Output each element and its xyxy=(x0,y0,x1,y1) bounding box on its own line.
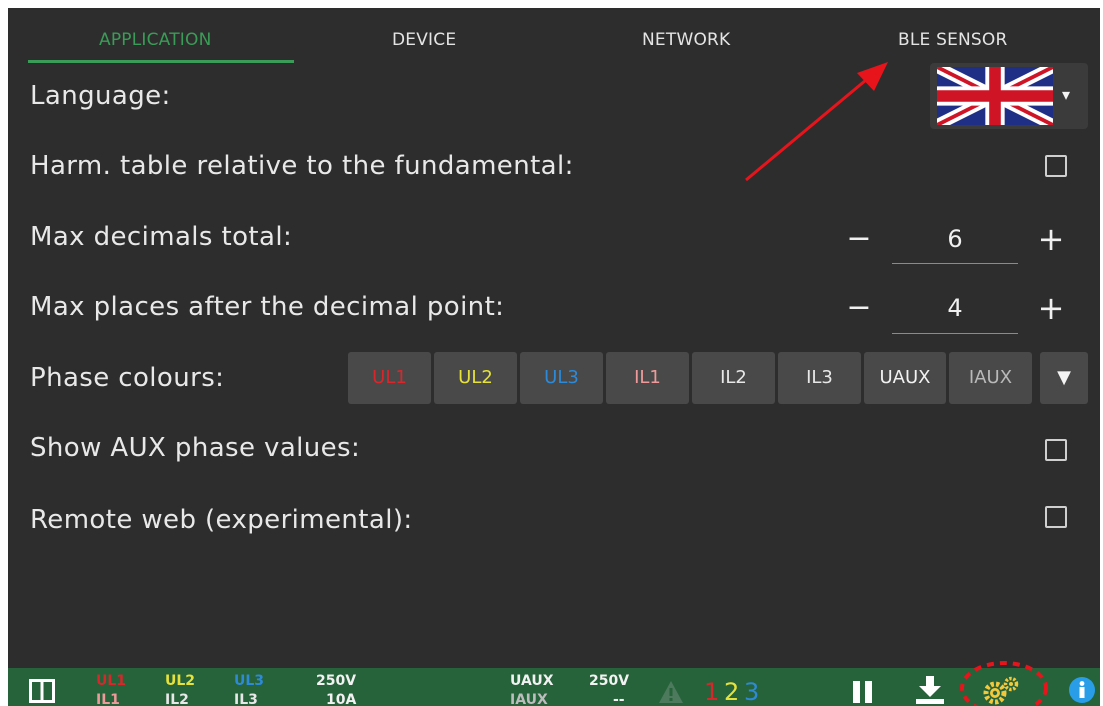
phase-colour-ul3-button[interactable]: UL3 xyxy=(520,352,603,404)
aux-current-range: -- xyxy=(613,692,625,706)
show-aux-checkbox[interactable] xyxy=(1045,439,1067,461)
max-decimals-value[interactable]: 6 xyxy=(892,225,1018,253)
max-places-decrement-button[interactable]: − xyxy=(844,293,874,323)
phase-colour-ul2-button[interactable]: UL2 xyxy=(434,352,517,404)
phase-colour-il2-button[interactable]: IL2 xyxy=(692,352,775,404)
annotation-arrow-head xyxy=(857,62,888,91)
phase-colour-iaux-button[interactable]: IAUX xyxy=(949,352,1032,404)
layout-icon[interactable] xyxy=(29,679,55,703)
status-bar: UL1 IL1 UL2 IL2 UL3 IL3 250V 10A UAUX IA… xyxy=(8,668,1100,706)
phase-colours-dropdown-button[interactable]: ▼ xyxy=(1040,352,1088,404)
il2-indicator: IL2 xyxy=(165,692,189,706)
tab-application[interactable]: APPLICATION xyxy=(99,30,212,50)
active-tab-indicator xyxy=(28,60,294,63)
warning-icon xyxy=(659,681,683,703)
harm-table-label: Harm. table relative to the fundamental: xyxy=(30,151,574,181)
phase-colour-uaux-button[interactable]: UAUX xyxy=(864,352,946,404)
max-places-increment-button[interactable]: + xyxy=(1036,292,1066,324)
language-select[interactable]: ▾ xyxy=(930,63,1088,129)
annotation-arrow-line xyxy=(745,78,867,182)
il1-indicator: IL1 xyxy=(96,692,120,706)
phase-seq-3: 3 xyxy=(744,678,760,706)
phase-colour-il1-button[interactable]: IL1 xyxy=(606,352,689,404)
harm-table-checkbox[interactable] xyxy=(1045,155,1067,177)
max-places-label: Max places after the decimal point: xyxy=(30,292,505,322)
settings-screen: APPLICATION DEVICE NETWORK BLE SENSOR La… xyxy=(8,8,1100,706)
tab-network[interactable]: NETWORK xyxy=(642,30,730,50)
max-decimals-increment-button[interactable]: + xyxy=(1036,223,1066,255)
language-label: Language: xyxy=(30,81,171,111)
ul1-indicator: UL1 xyxy=(96,673,127,689)
iaux-indicator: IAUX xyxy=(510,692,548,706)
pause-icon[interactable] xyxy=(851,680,875,704)
info-icon[interactable] xyxy=(1068,676,1096,704)
aux-voltage-range: 250V xyxy=(589,673,630,689)
download-icon[interactable] xyxy=(914,675,946,705)
max-decimals-decrement-button[interactable]: − xyxy=(844,224,874,254)
tab-bar: APPLICATION DEVICE NETWORK BLE SENSOR xyxy=(8,8,1100,64)
il3-indicator: IL3 xyxy=(234,692,258,706)
phase-colour-il3-button[interactable]: IL3 xyxy=(778,352,861,404)
tab-ble-sensor[interactable]: BLE SENSOR xyxy=(898,30,1008,50)
ul3-indicator: UL3 xyxy=(234,673,265,689)
remote-web-label: Remote web (experimental): xyxy=(30,505,413,535)
voltage-range: 250V xyxy=(316,673,357,689)
ul2-indicator: UL2 xyxy=(165,673,196,689)
phase-colour-ul1-button[interactable]: UL1 xyxy=(348,352,431,404)
max-decimals-label: Max decimals total: xyxy=(30,222,293,252)
max-places-value[interactable]: 4 xyxy=(892,294,1018,322)
show-aux-label: Show AUX phase values: xyxy=(30,433,361,463)
uaux-indicator: UAUX xyxy=(510,673,554,689)
tab-device[interactable]: DEVICE xyxy=(392,30,456,50)
settings-gears-icon[interactable] xyxy=(980,675,1024,705)
chevron-down-icon: ▾ xyxy=(1062,85,1071,104)
phase-seq-2: 2 xyxy=(724,678,740,706)
phase-colours-label: Phase colours: xyxy=(30,363,225,393)
remote-web-checkbox[interactable] xyxy=(1045,506,1067,528)
current-range: 10A xyxy=(326,692,357,706)
phase-seq-1: 1 xyxy=(704,678,720,706)
max-decimals-underline xyxy=(892,263,1018,264)
uk-flag-icon xyxy=(937,67,1053,125)
max-places-underline xyxy=(892,333,1018,334)
